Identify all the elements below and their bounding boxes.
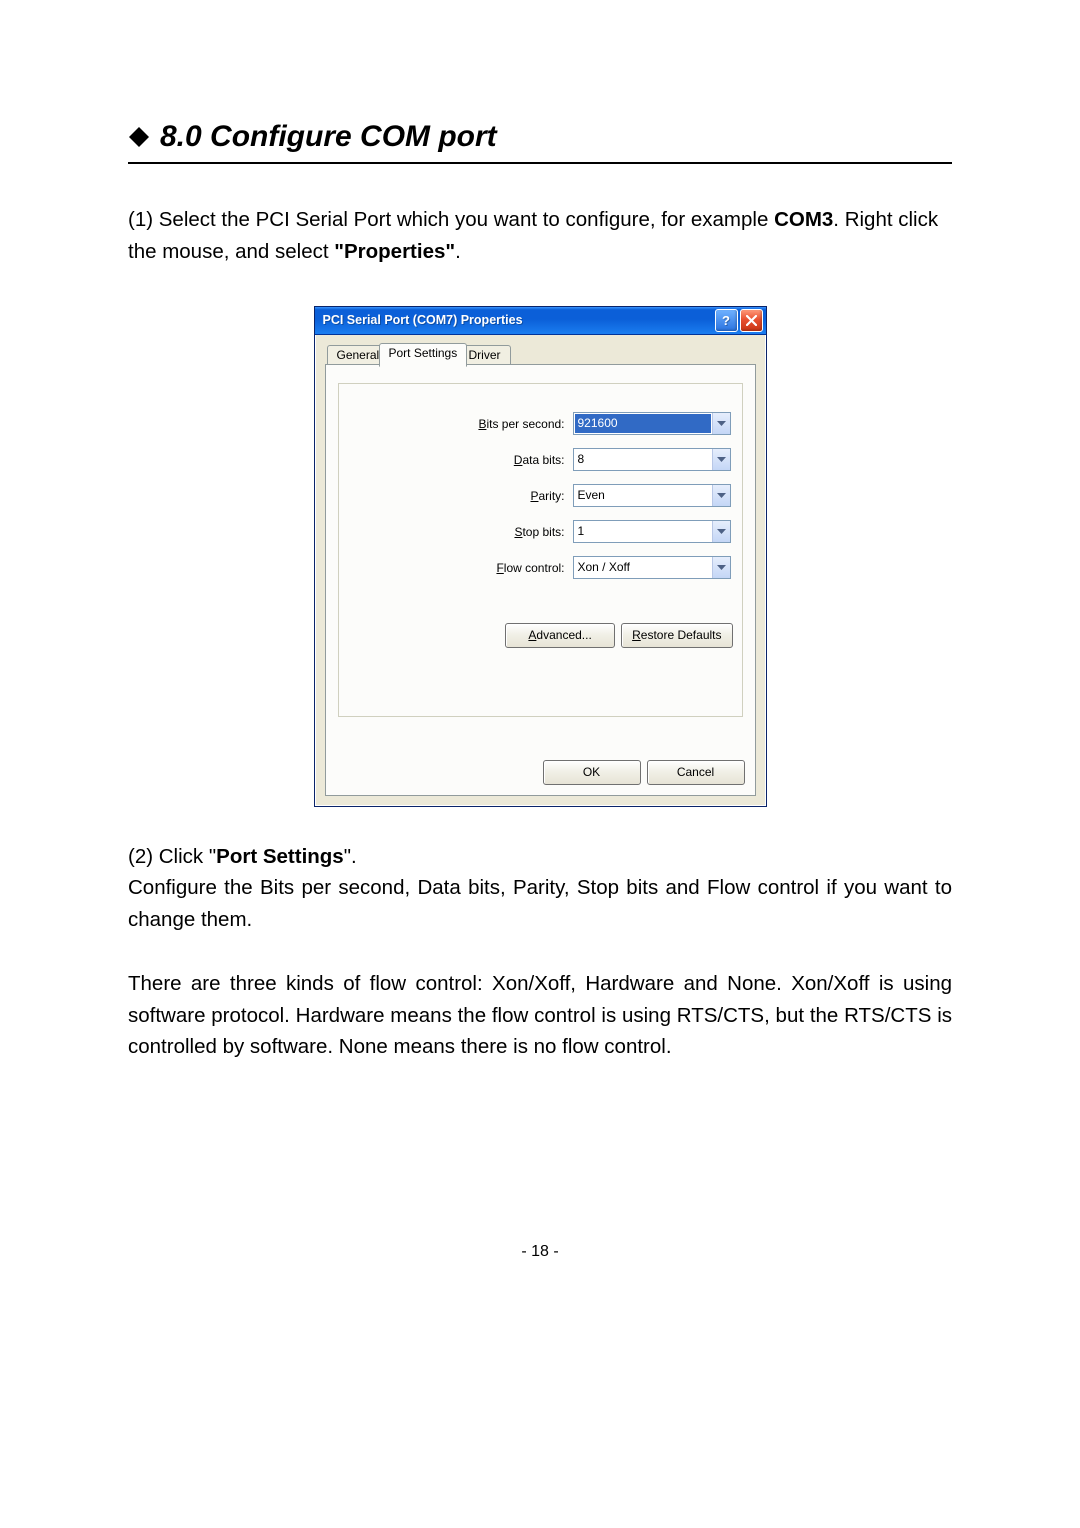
select-parity[interactable]: Even [573, 484, 731, 507]
select-stop-bits[interactable]: 1 [573, 520, 731, 543]
tabs: General Port Settings Driver [325, 343, 756, 365]
label-parity: Parity: [339, 489, 573, 503]
dialog-title: PCI Serial Port (COM7) Properties [323, 313, 713, 327]
page-number: - 18 - [128, 1243, 952, 1261]
properties-dialog: PCI Serial Port (COM7) Properties ? Gene… [314, 306, 767, 807]
label-stop-bits: Stop bits: [339, 525, 573, 539]
advanced-button[interactable]: Advanced... [505, 623, 615, 648]
paragraph-3: Configure the Bits per second, Data bits… [128, 872, 952, 936]
select-bits-per-second[interactable]: 921600 [573, 412, 731, 435]
dialog-titlebar[interactable]: PCI Serial Port (COM7) Properties ? [315, 307, 766, 335]
cancel-button[interactable]: Cancel [647, 760, 745, 785]
titlebar-help-button[interactable]: ? [715, 309, 738, 332]
chevron-down-icon [712, 485, 730, 506]
chevron-down-icon [712, 521, 730, 542]
titlebar-close-button[interactable] [740, 309, 763, 332]
label-bits-per-second: Bits per second: [339, 417, 573, 431]
paragraph-4: There are three kinds of flow control: X… [128, 968, 952, 1063]
select-data-bits[interactable]: 8 [573, 448, 731, 471]
tab-panel-port-settings: Bits per second: 921600 Data bits: 8 [325, 364, 756, 796]
section-heading-text: 8.0 Configure COM port [160, 120, 497, 154]
port-settings-group: Bits per second: 921600 Data bits: 8 [338, 383, 743, 717]
paragraph-2: (2) Click "Port Settings". [128, 841, 952, 873]
diamond-bullet-icon [128, 126, 150, 148]
restore-defaults-button[interactable]: Restore Defaults [621, 623, 732, 648]
chevron-down-icon [712, 449, 730, 470]
select-flow-control[interactable]: Xon / Xoff [573, 556, 731, 579]
heading-rule [128, 162, 952, 164]
label-data-bits: Data bits: [339, 453, 573, 467]
label-flow-control: Flow control: [339, 561, 573, 575]
chevron-down-icon [712, 413, 730, 434]
tab-port-settings[interactable]: Port Settings [379, 343, 468, 367]
chevron-down-icon [712, 557, 730, 578]
paragraph-1: (1) Select the PCI Serial Port which you… [128, 204, 952, 268]
ok-button[interactable]: OK [543, 760, 641, 785]
section-heading: 8.0 Configure COM port [128, 120, 952, 154]
